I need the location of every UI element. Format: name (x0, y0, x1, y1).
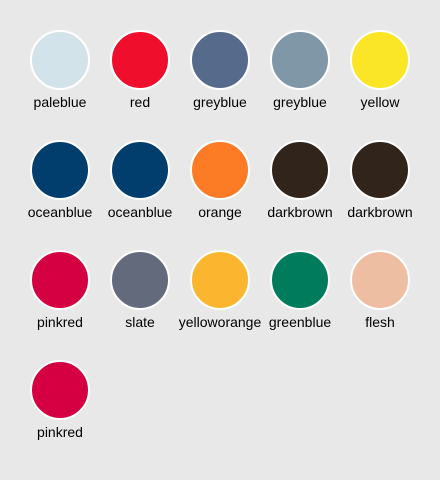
color-swatch-greenblue: greenblue (260, 250, 340, 360)
swatch-circle (190, 250, 250, 310)
color-swatch-darkbrown: darkbrown (340, 140, 420, 250)
swatch-circle (190, 140, 250, 200)
swatch-circle (110, 250, 170, 310)
swatch-label: yellow (360, 94, 400, 110)
color-swatch-greyblue: greyblue (260, 30, 340, 140)
swatch-circle (190, 30, 250, 90)
color-swatch-greyblue: greyblue (180, 30, 260, 140)
swatch-circle (350, 30, 410, 90)
swatch-circle (270, 250, 330, 310)
swatch-circle (30, 140, 90, 200)
swatch-circle (350, 140, 410, 200)
color-swatch-pinkred: pinkred (20, 250, 100, 360)
color-swatch-darkbrown: darkbrown (260, 140, 340, 250)
swatch-circle (270, 140, 330, 200)
swatch-label: darkbrown (347, 204, 413, 220)
swatch-circle (350, 250, 410, 310)
color-swatch-oceanblue: oceanblue (20, 140, 100, 250)
swatch-circle (30, 360, 90, 420)
color-swatch-oceanblue: oceanblue (100, 140, 180, 250)
swatch-circle (30, 30, 90, 90)
color-swatch-paleblue: paleblue (20, 30, 100, 140)
swatch-circle (110, 30, 170, 90)
color-swatch-orange: orange (180, 140, 260, 250)
swatch-label: pinkred (37, 424, 83, 440)
color-swatch-flesh: flesh (340, 250, 420, 360)
color-swatch-pinkred: pinkred (20, 360, 100, 470)
swatch-circle (270, 30, 330, 90)
swatch-label: flesh (365, 314, 395, 330)
color-swatch-slate: slate (100, 250, 180, 360)
swatch-circle (110, 140, 170, 200)
swatch-circle (30, 250, 90, 310)
color-swatch-yelloworange: yelloworange (179, 250, 261, 360)
color-swatch-yellow: yellow (340, 30, 420, 140)
color-swatch-red: red (100, 30, 180, 140)
swatch-grid: paleblue red greyblue greyblue yellow oceanbl… (0, 0, 440, 480)
